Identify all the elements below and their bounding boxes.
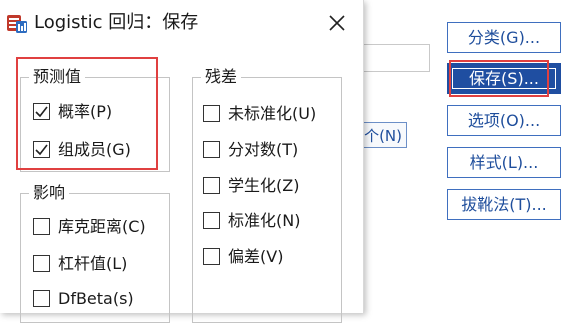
classify-button[interactable]: 分类(G)... (447, 22, 561, 53)
options-button[interactable]: 选项(O)... (447, 105, 561, 136)
influence-legend: 影响 (29, 182, 70, 204)
options-button-label: 选项(O)... (467, 111, 541, 130)
standardized-checkbox[interactable] (203, 212, 220, 229)
dfbeta-checkbox[interactable] (33, 290, 50, 307)
background-input-field (363, 44, 430, 72)
checkmark-icon (35, 144, 48, 156)
dfbeta-checkbox-row[interactable]: DfBeta(s) (33, 288, 134, 310)
cooks-distance-checkbox-row[interactable]: 库克距离(C) (33, 216, 146, 238)
dialog-title: Logistic 回归：保存 (34, 12, 199, 33)
leverage-label: 杠杆值(L) (58, 254, 128, 273)
logit-checkbox-row[interactable]: 分对数(T) (203, 139, 298, 161)
deviance-checkbox[interactable] (203, 248, 220, 265)
title-bar[interactable]: Logistic 回归：保存 (0, 0, 363, 46)
probability-checkbox[interactable] (33, 103, 50, 120)
studentized-checkbox-row[interactable]: 学生化(Z) (203, 175, 299, 197)
logit-label: 分对数(T) (228, 140, 299, 159)
studentized-label: 学生化(Z) (228, 176, 300, 195)
group-membership-label: 组成员(G) (58, 140, 131, 159)
probability-label: 概率(P) (58, 102, 113, 121)
leverage-checkbox-row[interactable]: 杠杆值(L) (33, 253, 127, 275)
standardized-checkbox-row[interactable]: 标准化(N) (203, 210, 300, 232)
studentized-checkbox[interactable] (203, 177, 220, 194)
group-membership-checkbox-row[interactable]: 组成员(G) (33, 139, 131, 161)
save-dialog: Logistic 回归：保存 预测值 概率(P) 组成员(G) 影响 库克距离(… (0, 0, 364, 323)
cooks-distance-checkbox[interactable] (33, 218, 50, 235)
deviance-checkbox-row[interactable]: 偏差(V) (203, 246, 283, 268)
classify-button-label: 分类(G)... (467, 28, 541, 47)
save-button[interactable]: 保存(S)... (447, 63, 561, 94)
leverage-checkbox[interactable] (33, 255, 50, 272)
logit-checkbox[interactable] (203, 141, 220, 158)
dfbeta-label: DfBeta(s) (58, 289, 134, 308)
close-icon[interactable] (326, 12, 348, 34)
unstandardized-checkbox[interactable] (203, 105, 220, 122)
save-button-label: 保存(S)... (469, 69, 539, 88)
cooks-distance-label: 库克距离(C) (58, 217, 146, 236)
probability-checkbox-row[interactable]: 概率(P) (33, 101, 112, 123)
deviance-label: 偏差(V) (228, 247, 284, 266)
group-membership-checkbox[interactable] (33, 141, 50, 158)
bootstrap-button-label: 拔靴法(T)... (461, 195, 547, 214)
checkmark-icon (35, 106, 48, 118)
background-partial-button-label: 个(N) (364, 127, 402, 145)
bootstrap-button[interactable]: 拔靴法(T)... (447, 189, 561, 220)
unstandardized-checkbox-row[interactable]: 未标准化(U) (203, 103, 316, 125)
unstandardized-label: 未标准化(U) (228, 104, 317, 123)
residuals-legend: 残差 (201, 66, 242, 88)
app-icon (7, 15, 27, 33)
style-button-label: 样式(L)... (469, 153, 539, 172)
predicted-values-legend: 预测值 (29, 66, 86, 88)
style-button[interactable]: 样式(L)... (447, 147, 561, 178)
standardized-label: 标准化(N) (228, 211, 301, 230)
